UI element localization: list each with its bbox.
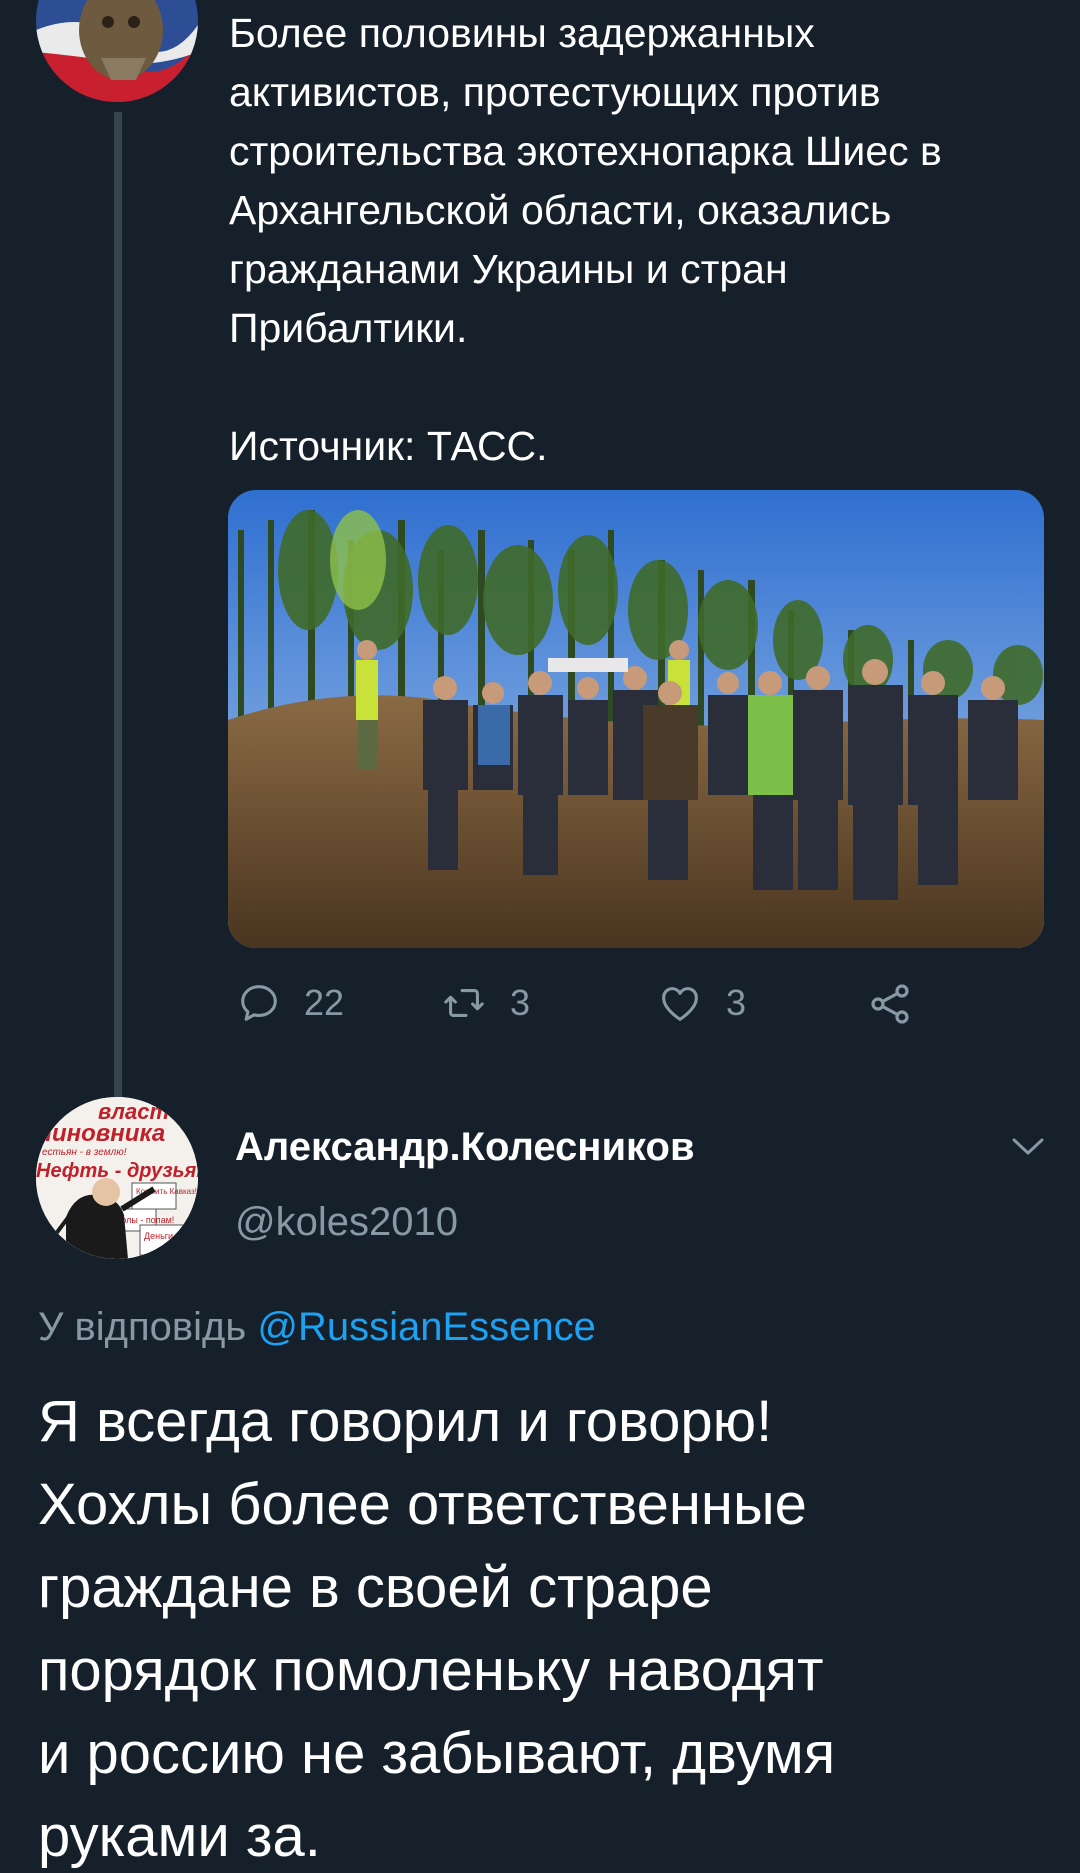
heart-icon [662,987,698,1021]
reply-icon [241,985,277,1021]
like-button[interactable]: 3 [656,980,746,1026]
protest-group-photo [228,490,1044,948]
retweet-icon [444,989,484,1017]
svg-text:естьян - в землю!: естьян - в землю! [42,1147,127,1158]
chevron-down-icon [1012,1138,1044,1155]
avatar-image [36,0,198,102]
retweet-button[interactable]: 3 [440,980,530,1026]
reply-author-avatar[interactable]: власт чиновника естьян - в землю! Нефть … [36,1097,198,1259]
reply-author-name[interactable]: Александр.Колесников [235,1125,695,1170]
reply-button[interactable]: 22 [236,980,344,1026]
retweet-count: 3 [510,982,531,1023]
reply-author-handle[interactable]: @koles2010 [235,1200,458,1245]
replying-to-label: У відповідь [38,1305,247,1349]
tweet-photo[interactable] [228,490,1044,948]
thread-line [114,112,122,1097]
svg-text:чиновника: чиновника [38,1120,165,1147]
share-icon [871,984,909,1024]
tweet-thread: Более половины задержанных активистов, п… [0,0,1080,1873]
replying-to: У відповідь @RussianEssence [38,1305,596,1350]
tweet-menu-button[interactable] [1010,1135,1046,1164]
reply-tweet-text: Я всегда говорил и говорю! Хохлы более о… [38,1389,836,1869]
tweet-actions: 22 3 3 [228,980,1048,1040]
like-count: 3 [726,982,747,1023]
svg-text:Деньги в офшо: Деньги в офшо [144,1231,198,1241]
reply-count: 22 [304,982,345,1023]
mention-link[interactable]: @RussianEssence [257,1305,596,1349]
author-avatar[interactable] [36,0,198,102]
avatar-image: власт чиновника естьян - в землю! Нефть … [36,1097,198,1259]
svg-text:Нефть - друзьям: Нефть - друзьям [36,1160,198,1182]
share-button[interactable] [866,980,914,1028]
tweet-text: Более половины задержанных активистов, п… [229,10,942,469]
